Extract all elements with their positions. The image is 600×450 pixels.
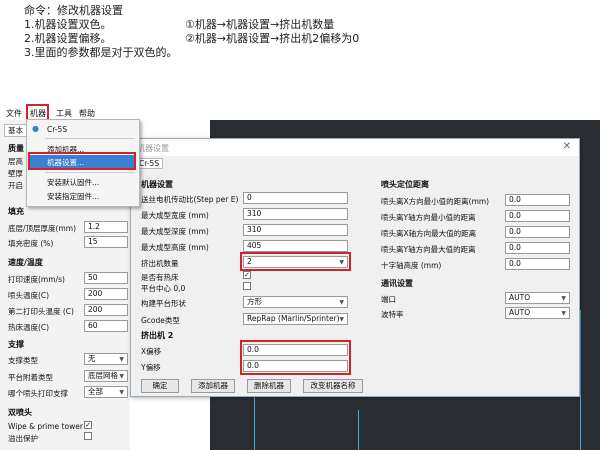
max-x-distance-input[interactable]: 0.0 [505,226,570,238]
second-nozzle-temp-input[interactable]: 200 [84,304,128,316]
rename-machine-button[interactable]: 改变机器名称 [303,379,363,393]
steps-per-e-input[interactable]: 0 [243,192,348,204]
highlight-machine-settings [28,152,136,170]
platform-adhesion-select[interactable]: 底层网格 [84,370,128,382]
instruction-step2-path: ②机器→机器设置→挤出机2偏移为0 [185,32,360,45]
field-label: 底层/顶层厚度(mm) [8,224,76,233]
bed-shape-select[interactable]: 方形 [243,296,348,308]
field-label: 溢出保护 [8,434,38,443]
ok-button[interactable]: 确定 [141,379,179,393]
field-label: 支撑类型 [8,356,38,365]
field-label: 喷头温度(C) [8,291,50,300]
build-volume-edge [580,310,581,450]
communication-section: 通讯设置 [381,279,413,288]
machine-settings-dialog: 机器设置 ✕ Cr-5S 机器设置 送丝电机传动比(Step per E) 0 … [130,138,580,397]
instruction-step3: 3.里面的参数都是对于双色的。 [24,46,178,59]
baudrate-select[interactable]: AUTO [505,307,570,319]
menu-divider [45,138,135,139]
support-type-select[interactable]: 无 [84,353,128,365]
add-machine-button[interactable]: 添加机器 [191,379,235,393]
heated-bed-checkbox[interactable]: ✓ [243,271,251,279]
print-speed-input[interactable]: 50 [84,272,128,284]
wipe-tower-checkbox[interactable]: ✓ [84,421,92,429]
field-label: 喷头离Y轴方向最大值的距离 [381,245,476,254]
menu-divider [45,172,135,173]
field-label: 层高 [8,157,23,166]
field-label: 最大成型深度 (mm) [141,227,209,236]
center-origin-checkbox[interactable] [243,282,251,290]
remove-machine-button[interactable]: 删除机器 [247,379,291,393]
dialog-titlebar: 机器设置 ✕ [131,139,579,156]
menu-item-cr5s[interactable]: Cr-5S [47,125,67,134]
section-support: 支撑 [8,340,24,349]
serial-port-select[interactable]: AUTO [505,292,570,304]
field-label: 打印速度(mm/s) [8,275,65,284]
close-icon[interactable]: ✕ [563,141,571,152]
field-label: 喷头离Y轴方向最小值的距离 [381,213,476,222]
field-label: 壁厚 [8,169,23,178]
extruder2-section: 挤出机 2 [141,331,174,340]
max-y-distance-input[interactable]: 0.0 [505,242,570,254]
highlight-extruder2-offset [240,340,351,375]
field-label: Wipe & prime tower [8,422,83,431]
support-extruder-select[interactable]: 全部 [84,386,128,398]
field-label: 端口 [381,295,396,304]
radio-dot-icon: ● [32,124,39,133]
nozzle-distance-section: 喷头定位距离 [381,180,429,189]
field-label: 最大成型宽度 (mm) [141,211,209,220]
section-fill: 填充 [8,207,24,216]
bottom-top-thickness-input[interactable]: 1.2 [84,221,128,233]
menu-item-install-custom-firmware[interactable]: 安装指定固件... [47,191,99,202]
min-x-distance-input[interactable]: 0.0 [505,194,570,206]
section-dual: 双喷头 [8,408,32,417]
gcode-flavor-select[interactable]: RepRap (Marlin/Sprinter) [243,313,348,325]
field-label: 哪个喷头打印支撑 [8,389,68,398]
field-label: 喷头离X轴方向最大值的距离 [381,229,477,238]
dialog-title: 机器设置 [137,144,169,153]
field-label: 送丝电机传动比(Step per E) [141,195,239,204]
field-label: 平台中心 0,0 [141,284,186,293]
machine-settings-section: 机器设置 [141,180,173,189]
max-width-input[interactable]: 310 [243,208,348,220]
field-label: 平台附着类型 [8,373,53,382]
section-quality: 质量 [8,144,24,153]
menu-help[interactable]: 帮助 [79,108,95,119]
field-label: 最大成型高度 (mm) [141,243,209,252]
field-label: 十字轴高度 (mm) [381,261,442,270]
min-y-distance-input[interactable]: 0.0 [505,210,570,222]
menu-item-install-default-firmware[interactable]: 安装默认固件... [47,177,99,188]
ooze-shield-checkbox[interactable] [84,432,92,440]
field-label: 是否有热床 [141,273,179,282]
section-speed-temp: 速度/温度 [8,258,43,267]
field-label: 构建平台形状 [141,299,186,308]
tab-basic[interactable]: 基本 [4,124,27,137]
field-label: 挤出机数量 [141,259,179,268]
machine-dropdown-menu: ● Cr-5S 添加机器... 机器设置... 安装默认固件... 安装指定固件… [26,119,140,207]
field-label: 波特率 [381,310,404,319]
field-label: 开启 [8,181,23,190]
field-label: 喷头离X方向最小值的距离(mm) [381,197,490,206]
max-height-input[interactable]: 405 [243,240,348,252]
field-label: 填充密度 (%) [8,239,54,248]
field-label: X偏移 [141,347,162,356]
menu-file[interactable]: 文件 [6,108,22,119]
field-label: 热床温度(C) [8,323,50,332]
field-label: Gcode类型 [141,316,180,325]
gantry-height-input[interactable]: 0.0 [505,258,570,270]
highlight-extruder-count [240,252,351,271]
fill-density-input[interactable]: 15 [84,236,128,248]
nozzle-temp-input[interactable]: 200 [84,288,128,300]
field-label: Y偏移 [141,363,161,372]
build-volume-edge [358,410,359,450]
bed-temp-input[interactable]: 60 [84,320,128,332]
max-depth-input[interactable]: 310 [243,224,348,236]
menu-tools[interactable]: 工具 [56,108,72,119]
field-label: 第二打印头温度 (C) [8,307,74,316]
